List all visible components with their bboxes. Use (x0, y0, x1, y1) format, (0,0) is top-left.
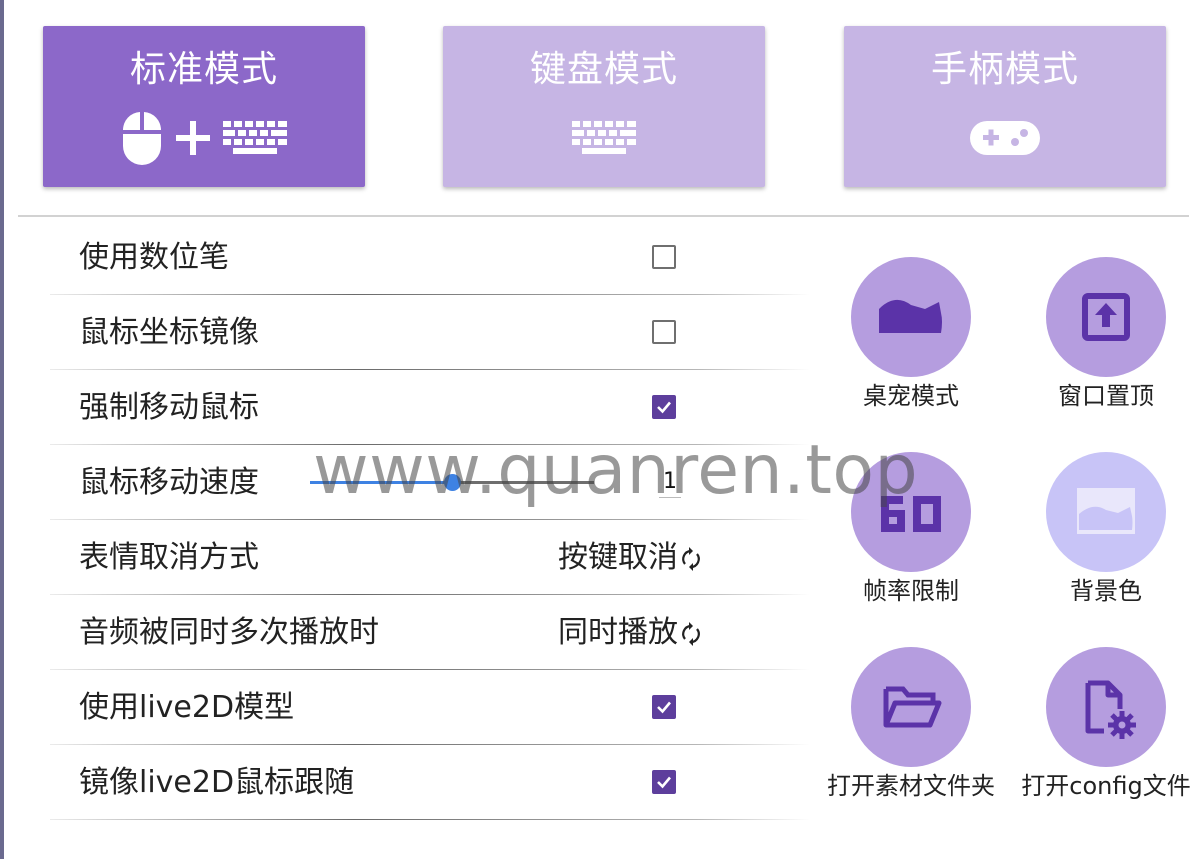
setting-row-digital-pen: 使用数位笔 (50, 220, 810, 295)
mode-card-keyboard[interactable]: 键盘模式 (443, 26, 765, 187)
keyboard-icon (223, 121, 287, 159)
open-assets-circle (851, 647, 971, 767)
pet-mode-circle (851, 257, 971, 377)
fps-limit-circle (851, 452, 971, 572)
setting-row-mouse-mirror: 鼠标坐标镜像 (50, 295, 810, 370)
window-top-button[interactable]: 窗口置顶 (1006, 257, 1201, 417)
background-color-circle (1046, 452, 1166, 572)
background-color-button[interactable]: 背景色 (1006, 452, 1201, 612)
slider-thumb[interactable] (444, 474, 461, 491)
checkmark-icon (657, 701, 671, 714)
cycle-icon (682, 621, 700, 646)
setting-label: 鼠标坐标镜像 (79, 315, 259, 350)
mouse-speed-value-input[interactable] (659, 467, 681, 498)
mode-label-standard: 标准模式 (129, 49, 278, 90)
setting-row-mouse-speed: 鼠标移动速度 (50, 445, 810, 520)
mouse-icon (121, 110, 163, 170)
checkmark-icon (657, 776, 671, 789)
cat-image-icon (1077, 488, 1135, 534)
left-edge-strip (0, 0, 4, 859)
background-color-label: 背景色 (1070, 577, 1142, 605)
cat-icon (879, 299, 942, 333)
use-live2d-checkbox[interactable] (652, 695, 676, 719)
mode-card-standard[interactable]: 标准模式 (43, 26, 365, 187)
mouse-mirror-checkbox[interactable] (652, 320, 676, 344)
emote-cancel-cycle-button[interactable]: 按键取消 (558, 520, 702, 595)
setting-row-use-live2d: 使用live2D模型 (50, 670, 810, 745)
setting-label: 鼠标移动速度 (79, 465, 259, 500)
audio-overlap-value: 同时播放 (558, 615, 678, 650)
setting-label: 使用live2D模型 (79, 690, 295, 725)
mode-card-gamepad[interactable]: 手柄模式 (844, 26, 1166, 187)
setting-label: 表情取消方式 (79, 540, 259, 575)
pin-top-icon (1082, 293, 1130, 341)
setting-label: 强制移动鼠标 (79, 390, 259, 425)
cycle-icon (682, 546, 700, 571)
setting-row-force-move: 强制移动鼠标 (50, 370, 810, 445)
setting-label: 镜像live2D鼠标跟随 (79, 765, 355, 800)
mode-label-gamepad: 手柄模式 (930, 49, 1079, 90)
slider-fill (310, 481, 452, 484)
setting-row-emote-cancel: 表情取消方式 按键取消 (50, 520, 810, 595)
setting-row-audio-overlap: 音频被同时多次播放时 同时播放 (50, 595, 810, 670)
folder-open-icon (883, 686, 942, 728)
mouse-speed-slider[interactable] (310, 474, 594, 491)
setting-row-mirror-live2d: 镜像live2D鼠标跟随 (50, 745, 810, 820)
setting-label: 使用数位笔 (79, 240, 229, 275)
open-config-circle (1046, 647, 1166, 767)
file-settings-icon (1085, 680, 1136, 739)
keyboard-icon (572, 121, 636, 159)
gamepad-icon (970, 119, 1040, 161)
audio-overlap-cycle-button[interactable]: 同时播放 (558, 595, 702, 670)
open-config-button[interactable]: 打开config文件 (1006, 647, 1201, 807)
digital-pen-checkbox[interactable] (652, 245, 676, 269)
checkmark-icon (657, 401, 671, 414)
top-divider (18, 215, 1189, 217)
emote-cancel-value: 按键取消 (558, 540, 678, 575)
window-top-circle (1046, 257, 1166, 377)
window-top-label: 窗口置顶 (1058, 382, 1154, 410)
setting-label: 音频被同时多次播放时 (79, 615, 379, 650)
open-config-label: 打开config文件 (1021, 772, 1191, 800)
fps-60-icon (881, 496, 941, 532)
mode-label-keyboard: 键盘模式 (529, 49, 678, 90)
force-move-checkbox[interactable] (652, 395, 676, 419)
row-divider (50, 819, 810, 820)
plus-icon (175, 120, 211, 160)
mirror-live2d-checkbox[interactable] (652, 770, 676, 794)
